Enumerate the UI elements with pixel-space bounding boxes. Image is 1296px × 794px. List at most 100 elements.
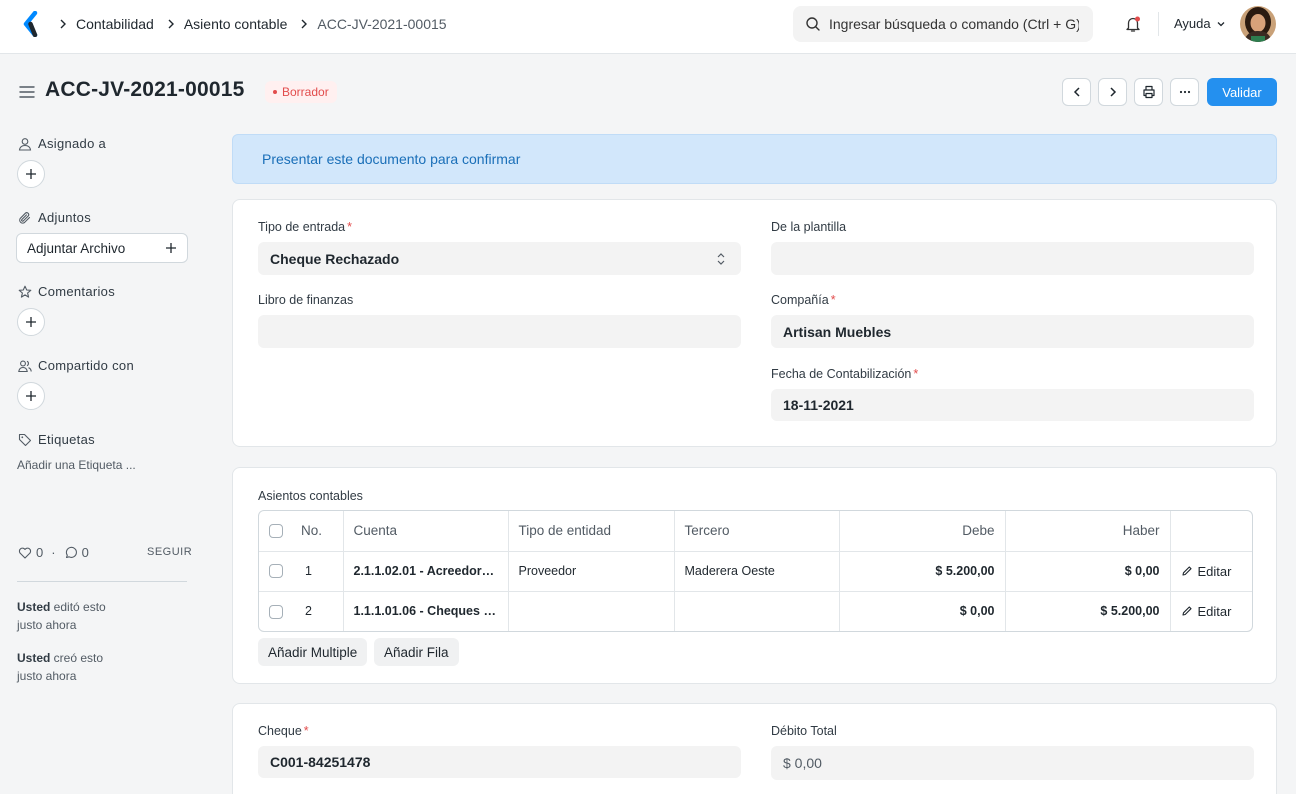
add-tag-link[interactable]: Añadir una Etiqueta ... xyxy=(17,458,136,472)
submit-reminder-alert: Presentar este documento para confirmar xyxy=(232,134,1277,184)
column-header-actions xyxy=(1170,511,1252,552)
notification-bell-icon[interactable] xyxy=(1124,15,1142,33)
tag-icon xyxy=(18,433,32,446)
total-debit-label-text: Débito Total xyxy=(771,724,837,738)
finance-book-label-text: Libro de finanzas xyxy=(258,293,354,307)
assigned-to-section: Asignado a xyxy=(18,136,106,151)
row-account[interactable]: 2.1.1.02.01 - Acreedores Comerciales xyxy=(343,551,509,592)
row-party[interactable]: Maderera Oeste xyxy=(674,551,840,592)
status-badge: Borrador xyxy=(265,81,337,103)
attach-file-button[interactable]: Adjuntar Archivo xyxy=(16,233,188,263)
row-debit[interactable]: $ 5.200,00 xyxy=(839,551,1006,592)
previous-doc-button[interactable] xyxy=(1062,78,1091,106)
user-avatar[interactable] xyxy=(1240,6,1276,42)
paperclip-icon xyxy=(19,211,31,224)
row-edit-button[interactable]: Editar xyxy=(1181,564,1245,579)
chevron-left-icon xyxy=(1073,87,1080,97)
more-horizontal-icon xyxy=(1179,90,1190,94)
activity-item: Usted editó esto justo ahora xyxy=(17,598,106,634)
separator-dot: · xyxy=(51,545,56,560)
table-header-row: No. Cuenta Tipo de entidad Tercero Debe … xyxy=(259,511,1252,552)
required-mark: * xyxy=(830,293,836,307)
template-label-text: De la plantilla xyxy=(771,220,847,234)
details-card: Tipo de entrada * Cheque Rechazado De la … xyxy=(232,199,1277,447)
accounts-section-label-text: Asientos contables xyxy=(258,489,363,503)
help-label: Ayuda xyxy=(1174,16,1211,31)
breadcrumb: Contabilidad Asiento contable ACC-JV-202… xyxy=(56,15,457,33)
posting-date-value: 18-11-2021 xyxy=(783,397,854,413)
attachments-section: Adjuntos xyxy=(18,210,91,225)
row-account[interactable]: 1.1.1.01.06 - Cheques Rechazados xyxy=(343,591,509,631)
finance-book-field[interactable] xyxy=(258,315,741,348)
row-checkbox[interactable] xyxy=(269,604,283,619)
heart-icon[interactable] xyxy=(18,546,32,560)
cheque-value: C001-84251478 xyxy=(270,754,371,770)
add-multiple-button[interactable]: Añadir Multiple xyxy=(258,638,368,666)
row-edit-button[interactable]: Editar xyxy=(1181,604,1245,619)
row-debit[interactable]: $ 0,00 xyxy=(839,591,1006,631)
sidebar-toggle-icon[interactable] xyxy=(18,83,36,101)
table-row[interactable]: 2 1.1.1.01.06 - Cheques Rechazados $ 0,0… xyxy=(259,591,1252,631)
plus-icon xyxy=(26,169,36,179)
print-button[interactable] xyxy=(1134,78,1163,106)
cheque-label: Cheque * xyxy=(258,724,309,738)
row-party-type[interactable] xyxy=(508,591,675,631)
chevron-down-icon xyxy=(1217,21,1225,26)
accounts-card: Asientos contables No. Cuenta Tipo de en… xyxy=(232,467,1277,684)
navbar: Contabilidad Asiento contable ACC-JV-202… xyxy=(0,0,1296,54)
row-party[interactable] xyxy=(674,591,840,631)
assigned-to-label: Asignado a xyxy=(38,136,107,151)
column-header-credit: Haber xyxy=(1005,511,1171,552)
plus-icon xyxy=(26,391,36,401)
help-dropdown[interactable]: Ayuda xyxy=(1174,16,1227,31)
users-icon xyxy=(18,360,32,372)
select-all-cell xyxy=(259,511,291,552)
row-credit[interactable]: $ 0,00 xyxy=(1005,551,1171,592)
select-all-checkbox[interactable] xyxy=(269,524,283,539)
follow-button[interactable]: SEGUIR xyxy=(147,546,192,558)
row-credit[interactable]: $ 5.200,00 xyxy=(1005,591,1171,631)
comments-section: Comentarios xyxy=(18,284,115,299)
add-share-button[interactable] xyxy=(17,382,45,410)
table-row[interactable]: 1 2.1.1.02.01 - Acreedores Comerciales P… xyxy=(259,551,1252,592)
navbar-divider xyxy=(1158,12,1159,36)
tags-section: Etiquetas xyxy=(18,432,95,447)
add-row-button[interactable]: Añadir Fila xyxy=(374,638,459,666)
column-header-no: No. xyxy=(291,511,344,552)
add-comment-button[interactable] xyxy=(17,308,45,336)
breadcrumb-current[interactable]: ACC-JV-2021-00015 xyxy=(317,16,446,32)
entry-type-label: Tipo de entrada * xyxy=(258,220,352,234)
app-logo-icon[interactable] xyxy=(22,11,40,37)
row-checkbox[interactable] xyxy=(269,564,283,579)
finance-book-label: Libro de finanzas xyxy=(258,293,353,307)
shared-with-section: Compartido con xyxy=(18,358,134,373)
row-select-cell xyxy=(259,551,291,592)
row-no: 1 xyxy=(291,551,344,592)
edit-label: Editar xyxy=(1197,563,1232,579)
template-field[interactable] xyxy=(771,242,1254,275)
breadcrumb-contabilidad[interactable]: Contabilidad xyxy=(76,16,154,32)
cheque-field[interactable]: C001-84251478 xyxy=(258,746,741,778)
next-doc-button[interactable] xyxy=(1098,78,1127,106)
column-header-debit: Debe xyxy=(839,511,1006,552)
posting-date-field[interactable]: 18-11-2021 xyxy=(771,389,1254,421)
add-assignee-button[interactable] xyxy=(17,160,45,188)
likes-count: 0 xyxy=(36,545,44,560)
company-field[interactable]: Artisan Muebles xyxy=(771,315,1254,348)
search-input[interactable] xyxy=(829,16,1079,32)
search-bar[interactable] xyxy=(793,6,1093,42)
pencil-icon xyxy=(1181,566,1192,576)
activity-action: creó esto xyxy=(50,651,104,665)
company-value: Artisan Muebles xyxy=(783,323,892,340)
entry-type-select[interactable]: Cheque Rechazado xyxy=(258,242,741,275)
comment-bubble-icon[interactable] xyxy=(64,546,78,560)
breadcrumb-asiento-contable[interactable]: Asiento contable xyxy=(184,16,288,32)
total-debit-label: Débito Total xyxy=(771,724,837,738)
row-party-type[interactable]: Proveedor xyxy=(508,551,675,592)
chevron-right-icon xyxy=(1109,87,1116,97)
more-actions-button[interactable] xyxy=(1170,78,1199,106)
status-label: Borrador xyxy=(282,85,329,99)
row-select-cell xyxy=(259,591,291,631)
activity-user: Usted xyxy=(17,651,51,665)
submit-button[interactable]: Validar xyxy=(1207,78,1277,106)
